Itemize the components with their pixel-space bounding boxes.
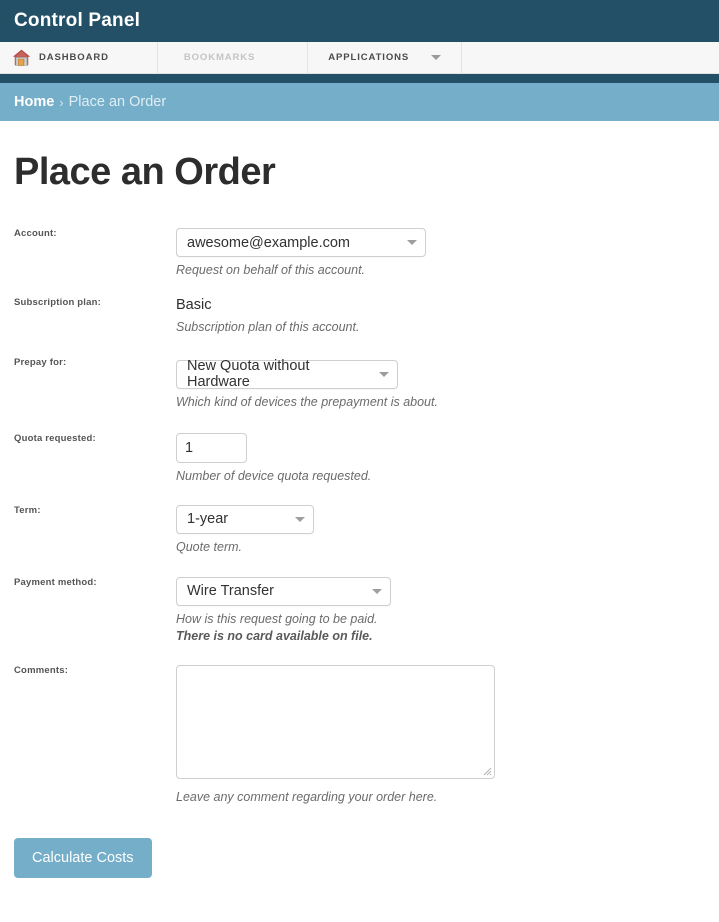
term-label: Term: (14, 504, 41, 516)
quota-requested-input[interactable] (176, 432, 247, 463)
nav-item-applications[interactable]: APPLICATIONS (308, 42, 463, 73)
payment-method-select[interactable]: Wire Transfer (176, 576, 391, 606)
chevron-down-icon (407, 240, 417, 245)
subscription-plan-value: Basic (176, 296, 212, 313)
account-field: awesome@example.com Request on behalf of… (176, 228, 719, 279)
form-row-account: Account: awesome@example.com Request on … (0, 228, 719, 279)
account-label: Account: (14, 228, 57, 239)
payment-method-field: Wire Transfer How is this request going … (176, 576, 719, 646)
subscription-plan-help-text: Subscription plan of this account. (176, 319, 360, 334)
app-title: Control Panel (14, 10, 141, 31)
comments-textarea[interactable] (176, 665, 495, 780)
order-form: Account: awesome@example.com Request on … (0, 228, 719, 806)
form-row-quota-requested: Quota requested: Number of device quota … (0, 432, 719, 485)
subscription-plan-label: Subscription plan: (14, 296, 101, 308)
breadcrumb-home-link[interactable]: Home (14, 94, 54, 110)
calculate-costs-button[interactable]: Calculate Costs (14, 838, 152, 879)
prepay-for-select-value: New Quota without Hardware (187, 358, 310, 391)
account-help-text: Request on behalf of this account. (176, 263, 366, 277)
payment-method-select-value: Wire Transfer (187, 583, 275, 600)
account-select-value: awesome@example.com (187, 234, 351, 251)
payment-method-help-text: How is this request going to be paid. (176, 611, 378, 626)
nav-item-bookmarks[interactable]: BOOKMARKS (158, 42, 309, 73)
comments-textarea-wrapper (176, 665, 495, 780)
prepay-for-select[interactable]: New Quota without Hardware (176, 358, 398, 391)
breadcrumb: Home › Place an Order (0, 83, 719, 121)
term-select[interactable]: 1-year (176, 504, 314, 534)
prepay-for-field: New Quota without Hardware Which kind of… (176, 357, 719, 410)
home-icon (12, 48, 31, 67)
quota-requested-field: Number of device quota requested. (176, 432, 719, 485)
app-titlebar: Control Panel (0, 0, 719, 42)
form-row-payment-method: Payment method: Wire Transfer How is thi… (0, 576, 719, 646)
form-row-prepay-for: Prepay for: New Quota without Hardware W… (0, 357, 719, 410)
form-row-term: Term: 1-year Quote term. (0, 504, 719, 556)
quota-requested-label: Quota requested: (14, 432, 96, 444)
nav-item-applications-label: APPLICATIONS (328, 52, 410, 63)
form-row-subscription-plan: Subscription plan: Basic Subscription pl… (0, 297, 719, 336)
nav-item-dashboard[interactable]: DASHBOARD (0, 42, 158, 73)
main-navigation: DASHBOARD BOOKMARKS APPLICATIONS (0, 42, 719, 74)
account-select[interactable]: awesome@example.com (176, 228, 426, 257)
chevron-down-icon (431, 55, 442, 60)
page-title: Place an Order (14, 151, 276, 193)
navbar-accent-strip (0, 74, 719, 83)
prepay-for-help-text: Which kind of devices the prepayment is … (176, 394, 438, 409)
payment-method-warning-text: There is no card available on file. (176, 629, 373, 644)
nav-item-bookmarks-label: BOOKMARKS (183, 52, 256, 63)
term-field: 1-year Quote term. (176, 504, 719, 556)
form-row-comments: Comments: Leave any comment regarding yo… (0, 665, 719, 806)
quota-requested-help-text: Number of device quota requested. (176, 468, 372, 483)
chevron-down-icon (295, 516, 305, 522)
comments-label: Comments: (14, 665, 69, 677)
prepay-for-label: Prepay for: (14, 357, 67, 369)
payment-method-label: Payment method: (14, 576, 97, 588)
subscription-plan-field: Basic Subscription plan of this account. (176, 297, 719, 336)
nav-item-dashboard-label: DASHBOARD (39, 52, 109, 63)
comments-field: Leave any comment regarding your order h… (176, 665, 719, 806)
comments-help-text: Leave any comment regarding your order h… (176, 790, 438, 805)
term-help-text: Quote term. (176, 539, 242, 554)
chevron-down-icon (379, 371, 389, 377)
term-select-value: 1-year (187, 511, 229, 528)
chevron-down-icon (372, 588, 382, 594)
breadcrumb-separator: › (59, 94, 64, 110)
breadcrumb-current: Place an Order (68, 94, 167, 110)
